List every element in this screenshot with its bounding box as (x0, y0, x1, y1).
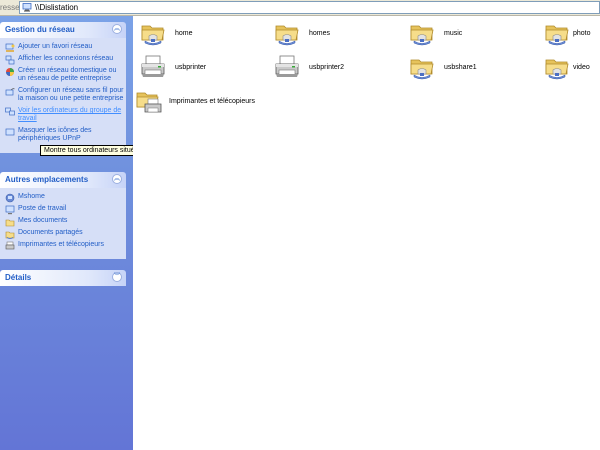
network-tasks-header[interactable]: Gestion du réseau ︽ (0, 22, 126, 38)
printers-faxes-icon (5, 241, 15, 250)
printer-icon (273, 53, 301, 81)
shared-folder-icon (543, 19, 571, 47)
share-label: usbprinter (175, 64, 207, 71)
task-create-home-network[interactable]: Créer un réseau domestique ou un réseau … (0, 67, 126, 83)
share-item-usbprinter2[interactable]: usbprinter2 (273, 53, 403, 83)
shared-folder-icon (139, 19, 167, 47)
expand-chevron-down-icon[interactable]: ︾ (112, 272, 122, 282)
task-view-network-connections[interactable]: Afficher les connexions réseau (0, 55, 126, 65)
task-label: Voir les ordinateurs du groupe de travai… (18, 107, 122, 122)
add-network-place-icon (5, 43, 15, 52)
other-places-title: Autres emplacements (5, 175, 89, 184)
share-item-usbshare1[interactable]: usbshare1 (408, 53, 538, 83)
wireless-network-icon (5, 88, 15, 96)
share-label: home (175, 30, 193, 37)
shared-folder-icon (543, 53, 571, 81)
collapse-chevron-up-icon[interactable]: ︽ (112, 174, 122, 184)
share-item-homes[interactable]: homes (273, 19, 403, 49)
place-mshome[interactable]: Mshome (0, 193, 126, 203)
shared-folder-icon (273, 19, 301, 47)
other-places-header[interactable]: Autres emplacements ︽ (0, 172, 126, 188)
share-item-printers-faxes[interactable]: Imprimantes et télécopieurs (135, 87, 295, 117)
address-input[interactable]: \\Dislistation (19, 1, 600, 14)
task-add-network-place[interactable]: Ajouter un favori réseau (0, 43, 126, 52)
task-setup-wireless-network[interactable]: Configurer un réseau sans fil pour la ma… (0, 87, 126, 103)
task-label: Afficher les connexions réseau (18, 55, 114, 62)
task-label: Configurer un réseau sans fil pour la ma… (18, 87, 124, 102)
workgroup-icon (5, 193, 15, 203)
place-shared-documents[interactable]: Documents partagés (0, 229, 126, 239)
share-label: homes (309, 30, 331, 37)
address-label: resse (0, 3, 20, 12)
printers-folder-icon (135, 87, 163, 115)
network-tasks-body: Ajouter un favori réseau Afficher les co… (0, 38, 126, 153)
place-printers-faxes[interactable]: Imprimantes et télécopieurs (0, 241, 126, 250)
other-places-body: Mshome Poste de travail Mes documents Do… (0, 188, 126, 259)
details-title: Détails (5, 273, 32, 282)
task-hide-upnp-icons[interactable]: Masquer les icônes des périphériques UPn… (0, 127, 126, 143)
details-header[interactable]: Détails ︾ (0, 270, 126, 286)
share-item-home[interactable]: home (139, 19, 269, 49)
place-label: Poste de travail (18, 205, 67, 212)
place-label: Mes documents (18, 217, 68, 224)
other-places-panel: Autres emplacements ︽ Mshome Poste de tr… (0, 172, 126, 259)
task-label: Créer un réseau domestique ou un réseau … (18, 67, 117, 82)
network-tasks-title: Gestion du réseau (5, 25, 75, 34)
details-panel: Détails ︾ (0, 270, 126, 286)
shared-folder-icon (408, 53, 436, 81)
task-view-workgroup-computers[interactable]: Voir les ordinateurs du groupe de travai… (0, 107, 126, 123)
my-documents-folder-icon (5, 219, 15, 227)
share-label: Imprimantes et télécopieurs (169, 98, 255, 105)
share-label: usbprinter2 (309, 64, 345, 71)
share-label: photo (573, 30, 591, 37)
network-connections-icon (5, 55, 15, 65)
share-item-photo[interactable]: photo (543, 19, 600, 49)
collapse-chevron-up-icon[interactable]: ︽ (112, 24, 122, 34)
share-label: video (573, 64, 590, 71)
my-computer-icon (5, 205, 15, 215)
address-path: \\Dislistation (35, 3, 79, 12)
shared-documents-folder-icon (5, 231, 15, 239)
place-my-documents[interactable]: Mes documents (0, 217, 126, 227)
printer-icon (139, 53, 167, 81)
share-item-usbprinter[interactable]: usbprinter (139, 53, 269, 83)
shared-folder-icon (408, 19, 436, 47)
place-label: Mshome (18, 193, 45, 200)
share-item-video[interactable]: video (543, 53, 600, 83)
shares-view: home homes music photo usbprinter usbpri… (133, 16, 600, 450)
share-item-music[interactable]: music (408, 19, 538, 49)
task-pane: Gestion du réseau ︽ Ajouter un favori ré… (0, 16, 133, 450)
place-label: Imprimantes et télécopieurs (18, 241, 104, 248)
workgroup-computers-icon (5, 107, 15, 116)
place-my-computer[interactable]: Poste de travail (0, 205, 126, 215)
address-bar: resse \\Dislistation (0, 0, 600, 16)
network-tasks-panel: Gestion du réseau ︽ Ajouter un favori ré… (0, 22, 126, 153)
network-computer-icon (22, 3, 32, 12)
share-label: music (444, 30, 463, 37)
upnp-device-icon (5, 128, 15, 136)
task-label: Ajouter un favori réseau (18, 43, 93, 50)
home-network-icon (6, 68, 14, 76)
place-label: Documents partagés (18, 229, 83, 236)
task-label: Masquer les icônes des périphériques UPn… (18, 127, 92, 142)
share-label: usbshare1 (444, 64, 477, 71)
